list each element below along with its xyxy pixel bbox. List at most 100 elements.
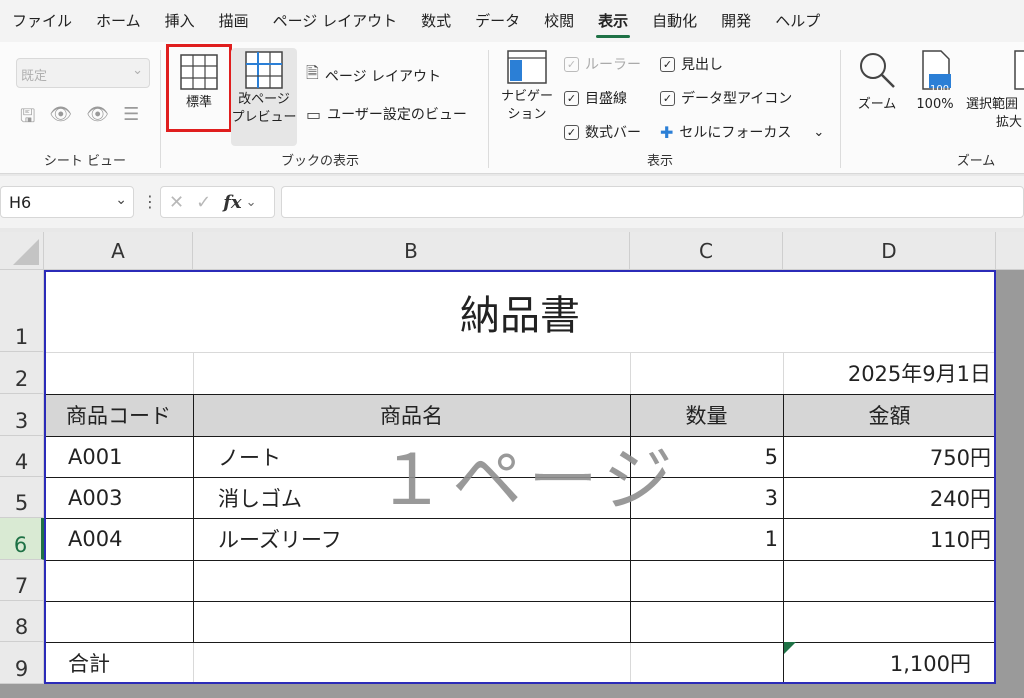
item-code-cell[interactable]: A001 bbox=[68, 436, 188, 477]
separator bbox=[840, 50, 841, 168]
check-icon: ✓ bbox=[660, 56, 675, 72]
tab-review[interactable]: 校閲 bbox=[532, 0, 586, 42]
check-icon: ✓ bbox=[564, 124, 579, 140]
check-icon: ✓ bbox=[564, 56, 579, 72]
navigation-button[interactable]: ナビゲー ション bbox=[498, 50, 556, 124]
page-break-preview-button[interactable]: 改ページ プレビュー bbox=[231, 48, 297, 146]
zoom-selection-line2: 拡大 bbox=[996, 115, 1023, 130]
options-list-icon[interactable]: ☰ bbox=[123, 104, 139, 134]
exit-view-icon[interactable]: 👁 bbox=[49, 104, 72, 134]
row-header-1[interactable]: 1 bbox=[0, 270, 44, 352]
tab-data[interactable]: データ bbox=[463, 0, 532, 42]
zoom-selection-icon bbox=[1014, 50, 1024, 90]
tab-file[interactable]: ファイル bbox=[0, 0, 84, 42]
check-icon: ✓ bbox=[660, 90, 675, 106]
table-border bbox=[44, 601, 996, 602]
column-header-a[interactable]: A bbox=[44, 232, 193, 270]
tab-insert[interactable]: 挿入 bbox=[153, 0, 207, 42]
row-header-8[interactable]: 8 bbox=[0, 601, 44, 642]
table-border bbox=[44, 560, 996, 561]
row-header-3[interactable]: 3 bbox=[0, 394, 44, 436]
zoom-100-icon-text: 100 bbox=[930, 84, 950, 95]
item-amount-cell[interactable]: 240円 bbox=[783, 477, 991, 518]
name-box[interactable]: H6 ⌄ bbox=[0, 186, 134, 218]
custom-views-button[interactable]: ▭ ユーザー設定のビュー bbox=[306, 104, 467, 124]
page-break-line2: プレビュー bbox=[231, 110, 297, 125]
column-header-c[interactable]: C bbox=[630, 232, 783, 270]
save-view-icon[interactable]: 🖫 bbox=[20, 104, 35, 134]
column-header-e[interactable] bbox=[996, 232, 1024, 270]
zoom-selection-button[interactable]: 選択範囲 拡大 bbox=[966, 50, 1024, 132]
navigation-pane-icon bbox=[507, 50, 547, 84]
formula-tools: ✕ ✓ fx ⌄ bbox=[160, 186, 275, 218]
check-icon: ✓ bbox=[564, 90, 579, 106]
normal-view-label: 標準 bbox=[185, 95, 212, 110]
separator bbox=[488, 50, 489, 168]
zoom-button[interactable]: ズーム bbox=[852, 50, 902, 114]
row-header-5[interactable]: 5 bbox=[0, 477, 44, 518]
tab-help[interactable]: ヘルプ bbox=[763, 0, 832, 42]
sheet-view-select[interactable]: 既定 ⌄ bbox=[16, 58, 150, 88]
chevron-down-icon[interactable]: ⌄ bbox=[115, 192, 127, 208]
more-options-icon[interactable]: ⋮ bbox=[142, 192, 158, 211]
zoom-selection-line1: 選択範囲 bbox=[966, 97, 1019, 112]
item-amount-cell[interactable]: 110円 bbox=[783, 518, 991, 560]
formula-input[interactable] bbox=[281, 186, 1024, 218]
insert-function-icon[interactable]: fx bbox=[223, 192, 241, 213]
enter-icon[interactable]: ✓ bbox=[196, 192, 211, 213]
table-border bbox=[193, 394, 194, 642]
chevron-down-icon[interactable]: ⌄ bbox=[246, 195, 257, 210]
item-code-cell[interactable]: A004 bbox=[68, 518, 188, 560]
column-header-b[interactable]: B bbox=[193, 232, 630, 270]
formula-bar-label: 数式バー bbox=[585, 125, 641, 141]
select-all-button[interactable] bbox=[0, 232, 44, 270]
header-code[interactable]: 商品コード bbox=[44, 394, 193, 436]
chevron-down-icon[interactable]: ⌄ bbox=[813, 125, 824, 140]
total-value-cell[interactable]: 1,100円 bbox=[783, 642, 971, 684]
date-cell[interactable]: 2025年9月1日 bbox=[783, 352, 991, 394]
tab-developer[interactable]: 開発 bbox=[709, 0, 763, 42]
ruler-label: ルーラー bbox=[585, 57, 641, 73]
data-type-icons-checkbox[interactable]: ✓ データ型アイコン bbox=[660, 88, 792, 108]
sheet-view-group-label: シート ビュー bbox=[43, 154, 127, 169]
outside-print-area bbox=[996, 270, 1024, 698]
page-layout-button[interactable]: 🗎 ページ レイアウト bbox=[306, 62, 441, 89]
error-indicator-icon[interactable] bbox=[784, 642, 796, 654]
book-view-group-label: ブックの表示 bbox=[280, 154, 359, 169]
zoom-100-button[interactable]: 100 100% bbox=[908, 50, 962, 114]
normal-view-button[interactable]: 標準 bbox=[166, 44, 232, 132]
chevron-down-icon: ⌄ bbox=[132, 63, 143, 78]
ribbon: 既定 ⌄ 🖫 👁 👁 ☰ シート ビュー 標準 改ページ プレビュー 🗎 ページ… bbox=[0, 42, 1024, 174]
formula-bar-checkbox[interactable]: ✓ 数式バー bbox=[564, 122, 641, 142]
total-label-cell[interactable]: 合計 bbox=[68, 642, 188, 684]
title-cell[interactable]: 納品書 bbox=[44, 282, 996, 342]
table-border bbox=[44, 394, 996, 395]
row-header-2[interactable]: 2 bbox=[0, 352, 44, 394]
tab-view[interactable]: 表示 bbox=[586, 0, 640, 42]
ruler-checkbox[interactable]: ✓ ルーラー bbox=[564, 54, 641, 74]
sheet-view-icons: 🖫 👁 👁 ☰ bbox=[20, 104, 139, 134]
header-amount[interactable]: 金額 bbox=[783, 394, 996, 436]
gridlines-checkbox[interactable]: ✓ 目盛線 bbox=[564, 88, 627, 108]
tab-page-layout[interactable]: ページ レイアウト bbox=[261, 0, 409, 42]
zoom-label: ズーム bbox=[857, 97, 897, 112]
new-view-icon[interactable]: 👁 bbox=[86, 104, 109, 134]
row-header-9[interactable]: 9 bbox=[0, 642, 44, 684]
cancel-icon[interactable]: ✕ bbox=[169, 192, 184, 213]
formula-bar: H6 ⌄ ⋮ ✕ ✓ fx ⌄ bbox=[0, 176, 1024, 228]
headings-checkbox[interactable]: ✓ 見出し bbox=[660, 54, 723, 74]
item-code-cell[interactable]: A003 bbox=[68, 477, 188, 518]
focus-cell-button[interactable]: ✚ セルにフォーカス ⌄ bbox=[660, 122, 824, 142]
tab-formulas[interactable]: 数式 bbox=[409, 0, 463, 42]
page-break-line1: 改ページ bbox=[238, 92, 290, 107]
row-header-4[interactable]: 4 bbox=[0, 436, 44, 477]
row-header-7[interactable]: 7 bbox=[0, 560, 44, 601]
outside-print-area-bottom bbox=[0, 684, 1024, 698]
tab-automate[interactable]: 自動化 bbox=[640, 0, 709, 42]
tab-home[interactable]: ホーム bbox=[84, 0, 153, 42]
column-header-d[interactable]: D bbox=[783, 232, 996, 270]
item-amount-cell[interactable]: 750円 bbox=[783, 436, 991, 477]
custom-views-icon: ▭ bbox=[306, 104, 322, 124]
row-header-6[interactable]: 6 bbox=[0, 518, 44, 560]
tab-draw[interactable]: 描画 bbox=[207, 0, 261, 42]
